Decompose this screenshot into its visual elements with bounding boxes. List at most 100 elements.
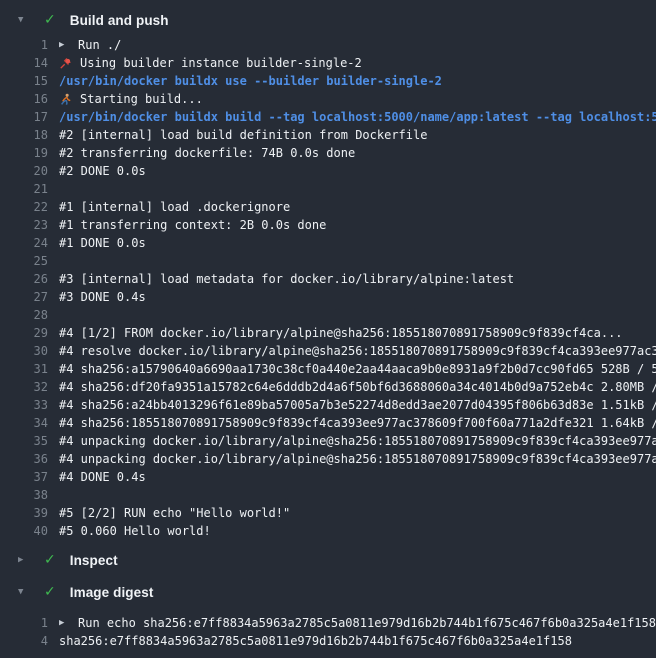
log-line: 32 #4 sha256:df20fa9351a15782c64e6dddb2d… (0, 378, 656, 396)
log-line-number[interactable]: 17 (0, 108, 59, 126)
actions-log-viewer: ▼ ✓ Build and push 1 ▶Run ./ 14 Using bu… (0, 6, 656, 650)
log-line-text: #4 unpacking docker.io/library/alpine@sh… (59, 432, 656, 450)
log-line-text: #4 sha256:df20fa9351a15782c64e6dddb2d4a6… (59, 378, 656, 396)
log-line-number[interactable]: 20 (0, 162, 59, 180)
log-line-number[interactable]: 26 (0, 270, 59, 288)
log-line: 22 #1 [internal] load .dockerignore (0, 198, 656, 216)
log-line-number[interactable]: 39 (0, 504, 59, 522)
triangle-down-icon[interactable]: ▼ (18, 588, 30, 597)
log-line: 39 #5 [2/2] RUN echo "Hello world!" (0, 504, 656, 522)
log-line-text: #3 DONE 0.4s (59, 288, 146, 306)
log-line-text: #4 [1/2] FROM docker.io/library/alpine@s… (59, 324, 623, 342)
log-line: 29 #4 [1/2] FROM docker.io/library/alpin… (0, 324, 656, 342)
log-line: 25 (0, 252, 656, 270)
success-check-icon: ✓ (44, 13, 56, 27)
section-header[interactable]: ▶ ✓ Inspect (0, 546, 656, 574)
log-line-text: #3 [internal] load metadata for docker.i… (59, 270, 514, 288)
section-title: Build and push (70, 13, 169, 28)
runner-icon (59, 93, 72, 106)
log-line-text: #4 DONE 0.4s (59, 468, 146, 486)
log-line: 35 #4 unpacking docker.io/library/alpine… (0, 432, 656, 450)
log-line-text: #5 [2/2] RUN echo "Hello world!" (59, 504, 290, 522)
log-line-text: #5 0.060 Hello world! (59, 522, 211, 540)
log-line-number[interactable]: 40 (0, 522, 59, 540)
section-header[interactable]: ▼ ✓ Image digest (0, 578, 656, 606)
log-line-number[interactable]: 36 (0, 450, 59, 468)
log-line-number[interactable]: 1 (0, 36, 59, 54)
log-section: ▶ ✓ Inspect (0, 546, 656, 574)
log-line: 17 /usr/bin/docker buildx build --tag lo… (0, 108, 656, 126)
log-line-number[interactable]: 35 (0, 432, 59, 450)
log-line: 37 #4 DONE 0.4s (0, 468, 656, 486)
log-line-number[interactable]: 29 (0, 324, 59, 342)
log-line-number[interactable]: 14 (0, 54, 59, 72)
log-line-text: sha256:e7ff8834a5963a2785c5a0811e979d16b… (59, 632, 572, 650)
section-header[interactable]: ▼ ✓ Build and push (0, 6, 656, 34)
success-check-icon: ✓ (44, 553, 56, 567)
log-line: 18 #2 [internal] load build definition f… (0, 126, 656, 144)
log-line: 26 #3 [internal] load metadata for docke… (0, 270, 656, 288)
log-line: 21 (0, 180, 656, 198)
log-line-number[interactable]: 19 (0, 144, 59, 162)
log-line-number[interactable]: 22 (0, 198, 59, 216)
pushpin-icon (59, 57, 72, 70)
log-line: 16 Starting build... (0, 90, 656, 108)
section-log-lines: 1 ▶Run ./ 14 Using builder instance buil… (0, 36, 656, 540)
log-line-text: ▶Run echo sha256:e7ff8834a5963a2785c5a08… (59, 614, 656, 632)
log-line: 14 Using builder instance builder-single… (0, 54, 656, 72)
log-line: 27 #3 DONE 0.4s (0, 288, 656, 306)
log-section: ▼ ✓ Image digest 1 ▶Run echo sha256:e7ff… (0, 578, 656, 650)
log-line-text: #2 DONE 0.0s (59, 162, 146, 180)
log-line-number[interactable]: 1 (0, 614, 59, 632)
log-line-text: /usr/bin/docker buildx build --tag local… (59, 108, 656, 126)
log-line: 23 #1 transferring context: 2B 0.0s done (0, 216, 656, 234)
log-line: 15 /usr/bin/docker buildx use --builder … (0, 72, 656, 90)
log-line: 19 #2 transferring dockerfile: 74B 0.0s … (0, 144, 656, 162)
log-line: 24 #1 DONE 0.0s (0, 234, 656, 252)
log-line-number[interactable]: 15 (0, 72, 59, 90)
log-line-number[interactable]: 33 (0, 396, 59, 414)
log-line: 4 sha256:e7ff8834a5963a2785c5a0811e979d1… (0, 632, 656, 650)
log-line-text: #4 unpacking docker.io/library/alpine@sh… (59, 450, 656, 468)
run-chevron-icon[interactable]: ▶ (59, 36, 69, 54)
log-line-number[interactable]: 25 (0, 252, 59, 270)
log-line-text: #4 sha256:a24bb4013296f61e89ba57005a7b3e… (59, 396, 656, 414)
log-line-text: ▶Run ./ (59, 36, 121, 54)
section-title: Image digest (70, 585, 154, 600)
log-line: 38 (0, 486, 656, 504)
log-line: 1 ▶Run ./ (0, 36, 656, 54)
log-line-number[interactable]: 24 (0, 234, 59, 252)
success-check-icon: ✓ (44, 585, 56, 599)
triangle-down-icon[interactable]: ▼ (18, 16, 30, 25)
log-line-text: #2 transferring dockerfile: 74B 0.0s don… (59, 144, 355, 162)
log-line: 33 #4 sha256:a24bb4013296f61e89ba57005a7… (0, 396, 656, 414)
log-line: 40 #5 0.060 Hello world! (0, 522, 656, 540)
log-line-number[interactable]: 37 (0, 468, 59, 486)
run-chevron-icon[interactable]: ▶ (59, 614, 69, 632)
log-line: 30 #4 resolve docker.io/library/alpine@s… (0, 342, 656, 360)
log-line-number[interactable]: 38 (0, 486, 59, 504)
log-line-number[interactable]: 21 (0, 180, 59, 198)
log-line: 31 #4 sha256:a15790640a6690aa1730c38cf0a… (0, 360, 656, 378)
log-line-number[interactable]: 32 (0, 378, 59, 396)
log-line-number[interactable]: 16 (0, 90, 59, 108)
log-line: 28 (0, 306, 656, 324)
log-section: ▼ ✓ Build and push 1 ▶Run ./ 14 Using bu… (0, 6, 656, 540)
log-line-number[interactable]: 4 (0, 632, 59, 650)
log-line-text: #1 [internal] load .dockerignore (59, 198, 290, 216)
log-line: 34 #4 sha256:185518070891758909c9f839cf4… (0, 414, 656, 432)
log-line-text: #4 sha256:185518070891758909c9f839cf4ca3… (59, 414, 656, 432)
log-line-text: #4 sha256:a15790640a6690aa1730c38cf0a440… (59, 360, 656, 378)
log-line: 1 ▶Run echo sha256:e7ff8834a5963a2785c5a… (0, 614, 656, 632)
log-line-number[interactable]: 28 (0, 306, 59, 324)
log-line-number[interactable]: 31 (0, 360, 59, 378)
log-line-text: Starting build... (59, 90, 203, 108)
triangle-right-icon[interactable]: ▶ (18, 556, 30, 565)
log-line-number[interactable]: 18 (0, 126, 59, 144)
log-line-number[interactable]: 27 (0, 288, 59, 306)
log-line-number[interactable]: 23 (0, 216, 59, 234)
log-line-number[interactable]: 30 (0, 342, 59, 360)
log-line-text: #1 transferring context: 2B 0.0s done (59, 216, 326, 234)
log-line-text: /usr/bin/docker buildx use --builder bui… (59, 72, 442, 90)
log-line-number[interactable]: 34 (0, 414, 59, 432)
